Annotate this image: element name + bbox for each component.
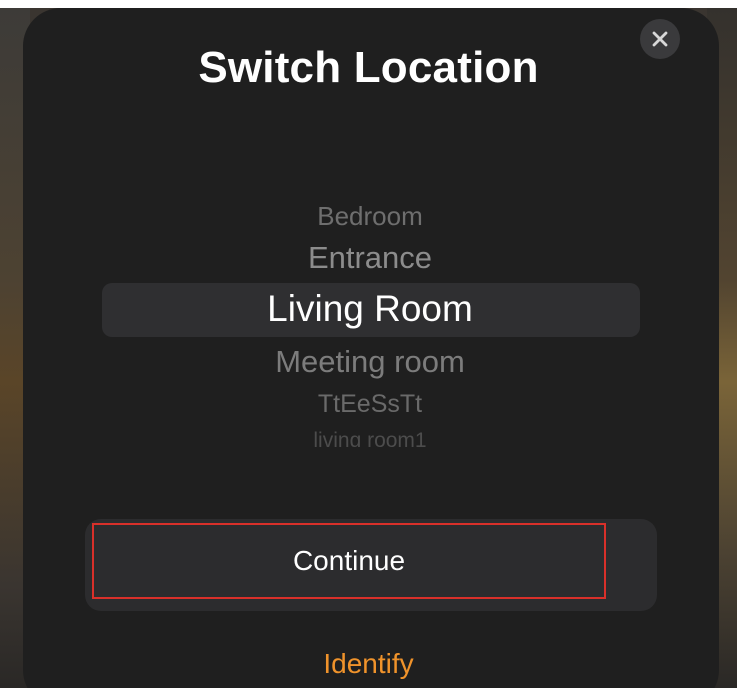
- picker-item-meeting-room[interactable]: Meeting room: [100, 344, 640, 380]
- picker-item-living-room[interactable]: Living Room: [100, 288, 640, 330]
- picker-item-bedroom[interactable]: Bedroom: [100, 201, 640, 232]
- picker-item-living-room1[interactable]: living room1: [100, 429, 640, 447]
- picker-item-tteesstt[interactable]: TtEeSsTt: [100, 390, 640, 419]
- dialog-title: Switch Location: [198, 43, 539, 92]
- continue-button[interactable]: Continue: [92, 523, 606, 599]
- identify-link[interactable]: Identify: [0, 648, 737, 680]
- picker-item-entrance[interactable]: Entrance: [100, 240, 640, 276]
- screen: Switch Location Bedroom Entrance Living …: [0, 8, 737, 688]
- continue-button-label: Continue: [292, 545, 406, 576]
- location-picker[interactable]: Bedroom Entrance Living Room Meeting roo…: [100, 188, 640, 468]
